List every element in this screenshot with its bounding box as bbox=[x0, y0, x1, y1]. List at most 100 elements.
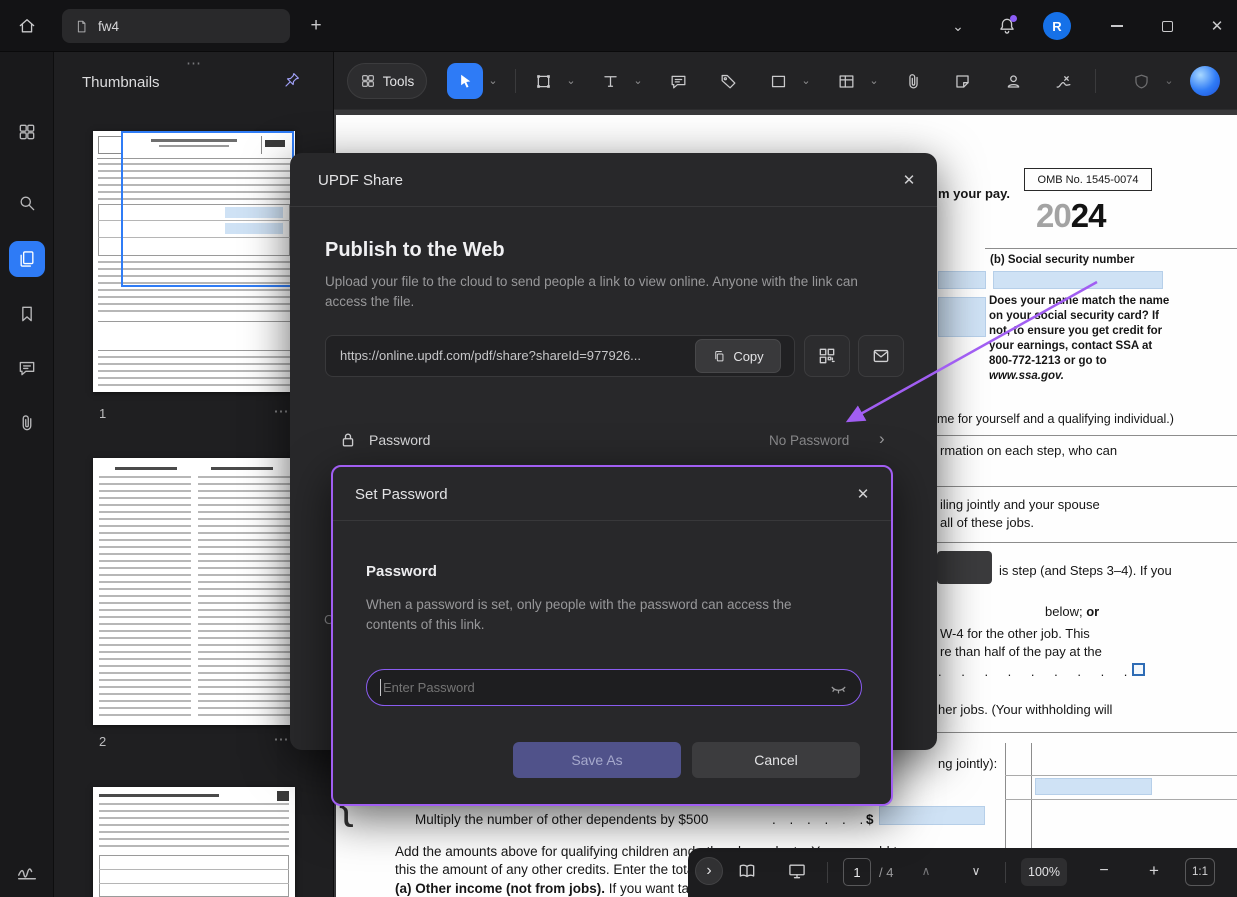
bookmark-icon[interactable] bbox=[9, 296, 45, 332]
comment-tool-icon[interactable] bbox=[662, 65, 694, 97]
select-tool-button[interactable] bbox=[447, 63, 483, 99]
form-text: iling jointly and your spouse bbox=[940, 497, 1100, 512]
previous-page-button[interactable]: ∧ bbox=[914, 857, 938, 885]
thumb-line bbox=[98, 321, 290, 351]
protect-tool-icon[interactable] bbox=[1125, 65, 1157, 97]
set-password-title: Set Password bbox=[355, 486, 448, 503]
page-thumbnail-3[interactable] bbox=[93, 787, 295, 897]
share-dialog-header: UPDF Share ✕ bbox=[290, 153, 937, 207]
zoom-level-box[interactable]: 100% bbox=[1021, 858, 1067, 886]
copy-link-button[interactable]: Copy bbox=[695, 339, 781, 373]
dot-leader: . . . . . . bbox=[772, 812, 863, 827]
protect-tool-chevron[interactable]: ⌄ bbox=[1162, 74, 1176, 87]
search-icon[interactable] bbox=[9, 185, 45, 221]
email-share-button[interactable] bbox=[858, 335, 904, 377]
qr-code-icon bbox=[817, 346, 837, 366]
edit-object-icon[interactable] bbox=[527, 65, 559, 97]
signature-tool-button[interactable] bbox=[1047, 65, 1079, 97]
omb-number-box: OMB No. 1545-0074 bbox=[1024, 168, 1152, 191]
toggle-password-visibility-button[interactable] bbox=[827, 677, 849, 699]
comments-icon[interactable] bbox=[9, 350, 45, 386]
statusbar-divider bbox=[827, 862, 828, 883]
save-as-button[interactable]: Save As bbox=[513, 742, 681, 778]
share-dialog-close-icon[interactable]: ✕ bbox=[896, 167, 922, 193]
thumb-line bbox=[99, 803, 289, 849]
page-number-label: 1 bbox=[99, 406, 106, 421]
form-rule bbox=[937, 435, 1237, 436]
edit-object-chevron[interactable]: ⌄ bbox=[564, 74, 578, 87]
apps-grid-icon[interactable] bbox=[9, 114, 45, 150]
tools-button[interactable]: Tools bbox=[347, 63, 427, 99]
lock-icon bbox=[338, 430, 358, 450]
set-password-close-icon[interactable]: ✕ bbox=[850, 481, 876, 507]
collapse-panel-button[interactable]: › bbox=[695, 857, 723, 885]
page-thumbnail-2[interactable] bbox=[93, 458, 295, 725]
form-rule bbox=[1005, 743, 1006, 860]
viewport-indicator[interactable] bbox=[121, 131, 294, 287]
qr-code-button[interactable] bbox=[804, 335, 850, 377]
toolbar-divider bbox=[1095, 69, 1096, 93]
zoom-in-button[interactable]: + bbox=[1142, 857, 1166, 885]
signature-tool-icon[interactable] bbox=[9, 853, 45, 889]
toolbar-divider bbox=[515, 69, 516, 93]
maximize-button[interactable] bbox=[1155, 14, 1179, 38]
page-number-label: 2 bbox=[99, 734, 106, 749]
ai-assistant-logo[interactable] bbox=[1190, 66, 1220, 96]
home-button[interactable] bbox=[13, 12, 41, 40]
copy-icon bbox=[712, 349, 727, 364]
slideshow-icon[interactable] bbox=[783, 857, 811, 885]
minimize-button[interactable] bbox=[1105, 14, 1129, 38]
title-bar: fw4 + ⌄ R ✕ bbox=[0, 0, 1237, 52]
close-window-button[interactable]: ✕ bbox=[1205, 14, 1229, 38]
form-rule bbox=[1005, 799, 1237, 800]
text-tool-chevron[interactable]: ⌄ bbox=[631, 74, 645, 87]
thumbnails-panel-icon[interactable] bbox=[9, 241, 45, 277]
shape-tool-chevron[interactable]: ⌄ bbox=[799, 74, 813, 87]
form-rule bbox=[985, 248, 1237, 249]
password-field-label: Password bbox=[366, 563, 437, 580]
zoom-out-button[interactable]: − bbox=[1092, 857, 1116, 885]
page-thumbnail-1[interactable] bbox=[93, 131, 295, 392]
form-text: rmation on each step, who can bbox=[940, 443, 1117, 458]
select-tool-chevron[interactable]: ⌄ bbox=[486, 74, 500, 87]
tools-label: Tools bbox=[383, 74, 415, 89]
form-text: (b) Social security number bbox=[990, 254, 1134, 266]
tab-list-chevron[interactable]: ⌄ bbox=[946, 14, 970, 38]
form-field-shaded bbox=[879, 806, 985, 825]
new-tab-button[interactable]: + bbox=[303, 13, 329, 39]
tools-grid-icon bbox=[360, 73, 376, 89]
navigation-status-bar: › / 4 ∧ ∨ 100% − + 1:1 bbox=[688, 848, 1237, 897]
password-row-value: No Password bbox=[769, 433, 849, 448]
thumb-line bbox=[99, 883, 289, 884]
attach-tool-icon[interactable] bbox=[897, 65, 929, 97]
password-setting-row[interactable]: Password No Password › bbox=[325, 420, 905, 460]
form-rule bbox=[937, 542, 1237, 543]
actual-size-button[interactable]: 1:1 bbox=[1185, 858, 1215, 886]
form-text: ng jointly): bbox=[938, 756, 997, 771]
thumb-line bbox=[198, 476, 290, 716]
table-tool-icon[interactable] bbox=[830, 65, 862, 97]
attachments-icon[interactable] bbox=[9, 405, 45, 441]
tag-tool-icon[interactable] bbox=[712, 65, 744, 97]
sticker-tool-icon[interactable] bbox=[946, 65, 978, 97]
reader-mode-icon[interactable] bbox=[733, 857, 761, 885]
stamp-tool-icon[interactable] bbox=[997, 65, 1029, 97]
page-number-input[interactable] bbox=[843, 858, 871, 886]
thumb-line bbox=[99, 476, 191, 716]
form-text: is step (and Steps 3–4). If you bbox=[999, 563, 1172, 578]
password-input[interactable] bbox=[383, 672, 813, 702]
shape-tool-icon[interactable] bbox=[762, 65, 794, 97]
main-toolbar: Tools ⌄ ⌄ ⌄ ⌄ ⌄ ⌄ bbox=[334, 52, 1237, 110]
document-tab[interactable]: fw4 bbox=[62, 9, 290, 43]
notifications-button[interactable] bbox=[994, 13, 1020, 39]
thumb-line bbox=[277, 791, 289, 801]
table-tool-chevron[interactable]: ⌄ bbox=[867, 74, 881, 87]
next-page-button[interactable]: ∨ bbox=[964, 857, 988, 885]
pin-panel-icon[interactable] bbox=[279, 67, 305, 93]
cancel-button[interactable]: Cancel bbox=[692, 742, 860, 778]
thumb-line bbox=[99, 869, 289, 870]
user-avatar[interactable]: R bbox=[1043, 12, 1071, 40]
share-url-field[interactable]: https://online.updf.com/pdf/share?shareI… bbox=[325, 335, 795, 377]
left-icon-rail bbox=[0, 52, 54, 897]
text-tool-icon[interactable] bbox=[594, 65, 626, 97]
